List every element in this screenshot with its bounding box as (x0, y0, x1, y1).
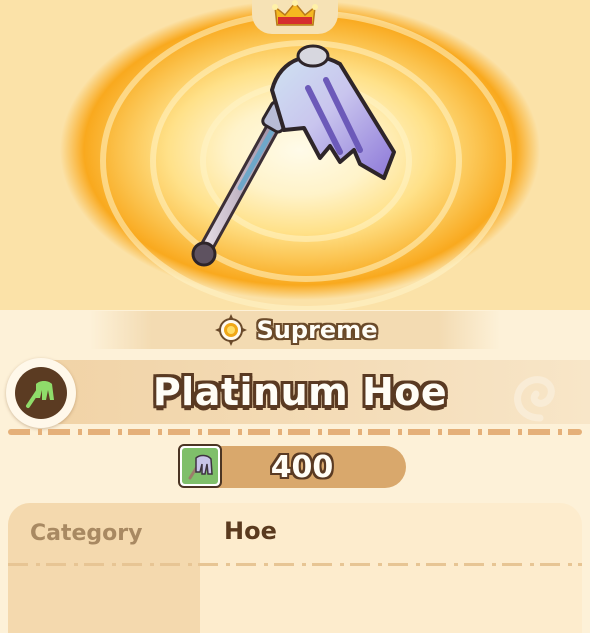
category-value: Hoe (224, 517, 277, 545)
item-showcase (0, 0, 590, 310)
section-divider (8, 429, 582, 435)
supreme-rarity-icon (214, 314, 247, 346)
crown-badge (252, 0, 338, 34)
crown-icon (272, 0, 318, 26)
price-icon-frame (178, 444, 222, 488)
platinum-hoe-image (191, 44, 396, 267)
category-label: Category (30, 521, 143, 546)
row-divider (8, 563, 582, 566)
hoe-price-icon (188, 454, 213, 480)
hoe-category-icon (26, 381, 54, 408)
price-value: 400 (270, 449, 334, 485)
rarity-label: Supreme (256, 316, 378, 344)
details-table: Category Hoe (8, 503, 582, 633)
item-name: Platinum Hoe (152, 370, 448, 414)
category-badge (6, 358, 76, 428)
rarity-banner: Supreme (90, 311, 500, 349)
